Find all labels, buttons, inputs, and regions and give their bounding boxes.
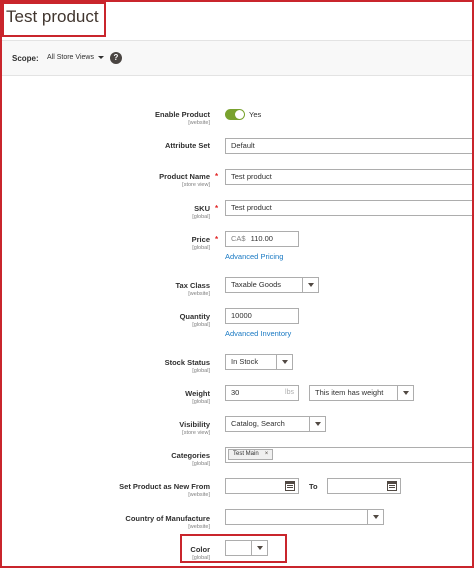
stock-status-label-text: Stock Status — [164, 358, 210, 367]
price-label: Price [global] — [192, 235, 210, 251]
enable-product-label: Enable Product [website] — [155, 110, 210, 126]
scope-bar: Scope: All Store Views ? — [2, 40, 472, 76]
quantity-scope: [global] — [192, 322, 210, 328]
weight-unit: lbs — [285, 389, 294, 396]
tax-class-label: Tax Class [website] — [176, 281, 210, 297]
price-label-text: Price — [191, 235, 210, 244]
chevron-down-icon — [276, 355, 292, 369]
product-name-input[interactable]: Test product — [225, 169, 474, 185]
quantity-label-text: Quantity — [179, 312, 210, 321]
stock-status-scope: [global] — [192, 368, 210, 374]
required-asterisk: * — [215, 204, 219, 213]
new-from-label-text: Set Product as New From — [119, 482, 210, 491]
new-from-date-input[interactable] — [225, 478, 299, 494]
weight-scope: [global] — [192, 399, 210, 405]
category-tag-label: Test Main — [233, 451, 259, 457]
calendar-icon[interactable] — [285, 481, 295, 491]
attribute-set-select[interactable]: Default — [225, 138, 474, 154]
new-from-label: Set Product as New From [website] — [119, 482, 210, 498]
scope-label: Scope: — [12, 54, 39, 63]
weight-input[interactable]: 30 lbs — [225, 385, 299, 401]
tax-class-label-text: Tax Class — [175, 281, 210, 290]
product-name-value: Test product — [231, 172, 272, 181]
remove-tag-icon[interactable]: × — [265, 451, 269, 457]
quantity-value: 10000 — [231, 311, 252, 320]
country-label: Country of Manufacture [website] — [125, 514, 210, 530]
required-asterisk: * — [215, 172, 219, 181]
weight-value: 30 — [231, 388, 240, 397]
new-to-date-input[interactable] — [327, 478, 401, 494]
categories-label: Categories [global] — [171, 451, 210, 467]
country-scope: [website] — [188, 524, 210, 530]
advanced-inventory-link[interactable]: Advanced Inventory — [225, 329, 291, 338]
price-value: 110.00 — [250, 234, 273, 243]
color-highlight-box — [180, 534, 287, 563]
currency-symbol: CA$ — [231, 234, 246, 243]
new-to-label: To — [309, 482, 318, 491]
tax-class-select[interactable]: Taxable Goods — [225, 277, 319, 293]
visibility-label: Visibility [store view] — [179, 420, 210, 436]
tax-class-value: Taxable Goods — [231, 280, 282, 289]
price-scope: [global] — [192, 245, 210, 251]
chevron-down-icon — [397, 386, 413, 400]
visibility-scope: [store view] — [182, 430, 210, 436]
quantity-label: Quantity [global] — [180, 312, 210, 328]
sku-label-text: SKU — [194, 204, 210, 213]
new-from-scope: [website] — [188, 492, 210, 498]
has-weight-value: This item has weight — [315, 388, 384, 397]
stock-status-select[interactable]: In Stock — [225, 354, 293, 370]
country-label-text: Country of Manufacture — [125, 514, 210, 523]
enable-product-scope: [website] — [188, 120, 210, 126]
chevron-down-icon — [309, 417, 325, 431]
visibility-select[interactable]: Catalog, Search — [225, 416, 326, 432]
weight-label-text: Weight — [185, 389, 210, 398]
attribute-set-value: Default — [231, 141, 255, 150]
quantity-input[interactable]: 10000 — [225, 308, 299, 324]
required-asterisk: * — [215, 235, 219, 244]
sku-label: SKU [global] — [192, 204, 210, 220]
enable-product-value: Yes — [249, 110, 262, 119]
visibility-label-text: Visibility — [179, 420, 210, 429]
category-tag: Test Main × — [228, 449, 274, 460]
categories-scope: [global] — [192, 461, 210, 467]
attribute-set-label: Attribute Set — [165, 141, 210, 150]
calendar-icon[interactable] — [387, 481, 397, 491]
chevron-down-icon — [302, 278, 318, 292]
product-name-label: Product Name [store view] — [159, 172, 210, 188]
store-view-switcher[interactable]: All Store Views — [47, 54, 104, 61]
advanced-pricing-link[interactable]: Advanced Pricing — [225, 252, 283, 261]
sku-input[interactable]: Test product — [225, 200, 474, 216]
enable-product-toggle[interactable] — [225, 109, 245, 120]
stock-status-label: Stock Status [global] — [165, 358, 210, 374]
enable-product-label-text: Enable Product — [154, 110, 210, 119]
title-highlight-box — [2, 2, 106, 37]
chevron-down-icon — [97, 55, 104, 59]
sku-value: Test product — [231, 203, 272, 212]
has-weight-select[interactable]: This item has weight — [309, 385, 414, 401]
tax-class-scope: [website] — [188, 291, 210, 297]
categories-label-text: Categories — [171, 451, 210, 460]
attribute-set-label-text: Attribute Set — [165, 141, 210, 150]
weight-label: Weight [global] — [185, 389, 210, 405]
chevron-down-icon — [367, 510, 383, 524]
store-view-value: All Store Views — [47, 54, 94, 61]
product-name-label-text: Product Name — [159, 172, 210, 181]
country-select[interactable] — [225, 509, 384, 525]
sku-scope: [global] — [192, 214, 210, 220]
product-name-scope: [store view] — [182, 182, 210, 188]
visibility-value: Catalog, Search — [231, 419, 285, 428]
help-icon[interactable]: ? — [110, 52, 122, 64]
stock-status-value: In Stock — [231, 357, 259, 366]
price-input[interactable]: CA$ 110.00 — [225, 231, 299, 247]
